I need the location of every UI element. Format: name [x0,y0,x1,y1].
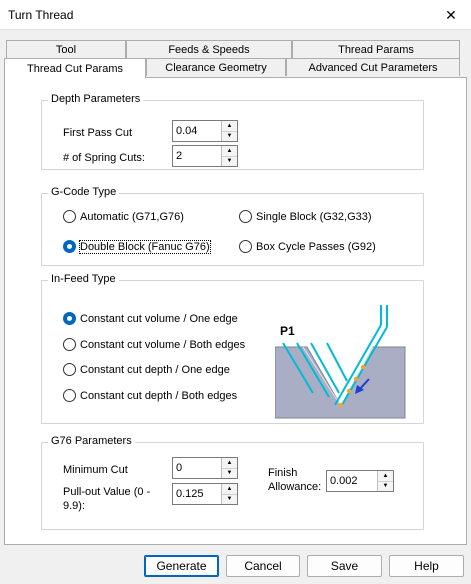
infeed-type-group: In-Feed Type Constant cut volume / One e… [41,273,424,424]
tab-clearance-geometry[interactable]: Clearance Geometry [146,58,286,76]
pullout-input[interactable] [173,484,221,504]
pullout-stepper[interactable]: ▲ ▼ [172,483,238,505]
tab-thread-cut-params[interactable]: Thread Cut Params [4,58,146,78]
spin-down-icon[interactable]: ▼ [222,468,237,478]
radio-icon [63,210,76,223]
infeed-option-volume-both[interactable]: Constant cut volume / Both edges [63,338,245,351]
radio-label: Constant cut volume / Both edges [80,338,246,351]
radio-icon [63,363,76,376]
help-button[interactable]: Help [389,555,464,577]
g76-parameters-group: G76 Parameters Minimum Cut ▲ ▼ Pull-out … [41,435,424,530]
first-pass-stepper[interactable]: ▲ ▼ [172,120,238,142]
tab-label: Clearance Geometry [165,61,267,74]
pullout-label-line1: Pull-out Value (0 - [63,486,151,498]
radio-selected-icon [63,312,76,325]
path-point [346,388,352,394]
infeed-option-volume-one[interactable]: Constant cut volume / One edge [63,312,238,325]
gcode-option-box-cycle[interactable]: Box Cycle Passes (G92) [239,240,376,253]
min-cut-input[interactable] [173,458,221,478]
cancel-button[interactable]: Cancel [226,555,300,577]
path-point [360,364,366,370]
spin-up-icon[interactable]: ▲ [378,471,393,482]
radio-label: Constant cut volume / One edge [80,312,238,325]
stock-shape [275,346,406,419]
tab-advanced-cut-parameters[interactable]: Advanced Cut Parameters [286,58,460,76]
close-icon[interactable]: ✕ [431,0,471,30]
group-legend: G76 Parameters [48,435,135,447]
save-button[interactable]: Save [307,555,382,577]
radio-label: Single Block (G32,G33) [256,210,372,223]
min-cut-stepper[interactable]: ▲ ▼ [172,457,238,479]
spin-up-icon[interactable]: ▲ [222,121,237,132]
radio-label: Automatic (G71,G76) [80,210,184,223]
title-bar: Turn Thread ✕ [0,0,471,30]
infeed-option-depth-one[interactable]: Constant cut depth / One edge [63,363,230,376]
gcode-option-automatic[interactable]: Automatic (G71,G76) [63,210,184,223]
path-point [353,376,359,382]
tab-label: Thread Cut Params [27,62,123,75]
infeed-option-depth-both[interactable]: Constant cut depth / Both edges [63,389,237,402]
tab-thread-params[interactable]: Thread Params [292,40,460,58]
group-legend: G-Code Type [48,186,120,198]
tab-panel: Depth Parameters First Pass Cut ▲ ▼ # of… [4,77,467,545]
radio-icon [63,338,76,351]
finish-label-line1: Finish [268,467,298,479]
path-point [338,402,344,408]
radio-icon [239,240,252,253]
tab-tool[interactable]: Tool [6,40,126,58]
radio-label: Box Cycle Passes (G92) [256,240,376,253]
spin-down-icon[interactable]: ▼ [222,494,237,504]
pullout-label-line2: 9.9): [63,500,86,512]
spin-down-icon[interactable]: ▼ [222,131,237,141]
finish-label-line2: Allowance: [268,481,322,493]
radio-label: Constant cut depth / One edge [80,363,230,376]
spin-down-icon[interactable]: ▼ [378,481,393,491]
radio-icon [239,210,252,223]
window-title: Turn Thread [8,8,74,22]
spin-down-icon[interactable]: ▼ [222,156,237,166]
radio-selected-icon [63,240,76,253]
tab-label: Feeds & Speeds [168,43,250,56]
tab-label: Tool [55,43,77,56]
tab-label: Thread Params [338,43,414,56]
first-pass-label: First Pass Cut [63,127,133,139]
gcode-type-group: G-Code Type Automatic (G71,G76) Single B… [41,186,424,266]
spin-up-icon[interactable]: ▲ [222,484,237,495]
infeed-diagram [275,305,406,419]
tab-feeds-speeds[interactable]: Feeds & Speeds [126,40,292,58]
radio-label: Constant cut depth / Both edges [80,389,238,402]
first-pass-input[interactable] [173,121,221,141]
finish-allowance-input[interactable] [327,471,377,491]
radio-icon [63,389,76,402]
spin-up-icon[interactable]: ▲ [222,458,237,469]
generate-button[interactable]: Generate [144,555,219,577]
depth-parameters-group: Depth Parameters First Pass Cut ▲ ▼ # of… [41,93,424,170]
tab-label: Advanced Cut Parameters [308,61,438,74]
diagram-label: P1 [280,324,295,338]
spin-up-icon[interactable]: ▲ [222,146,237,157]
group-legend: In-Feed Type [48,273,119,285]
spring-cuts-label: # of Spring Cuts: [63,152,145,164]
group-legend: Depth Parameters [48,93,144,105]
gcode-option-double-block[interactable]: Double Block (Fanuc G76) [63,239,211,254]
gcode-option-single-block[interactable]: Single Block (G32,G33) [239,210,372,223]
spring-cuts-stepper[interactable]: ▲ ▼ [172,145,238,167]
min-cut-label: Minimum Cut [63,464,128,476]
radio-label: Double Block (Fanuc G76) [79,239,211,254]
finish-allowance-stepper[interactable]: ▲ ▼ [326,470,394,492]
spring-cuts-input[interactable] [173,146,221,166]
